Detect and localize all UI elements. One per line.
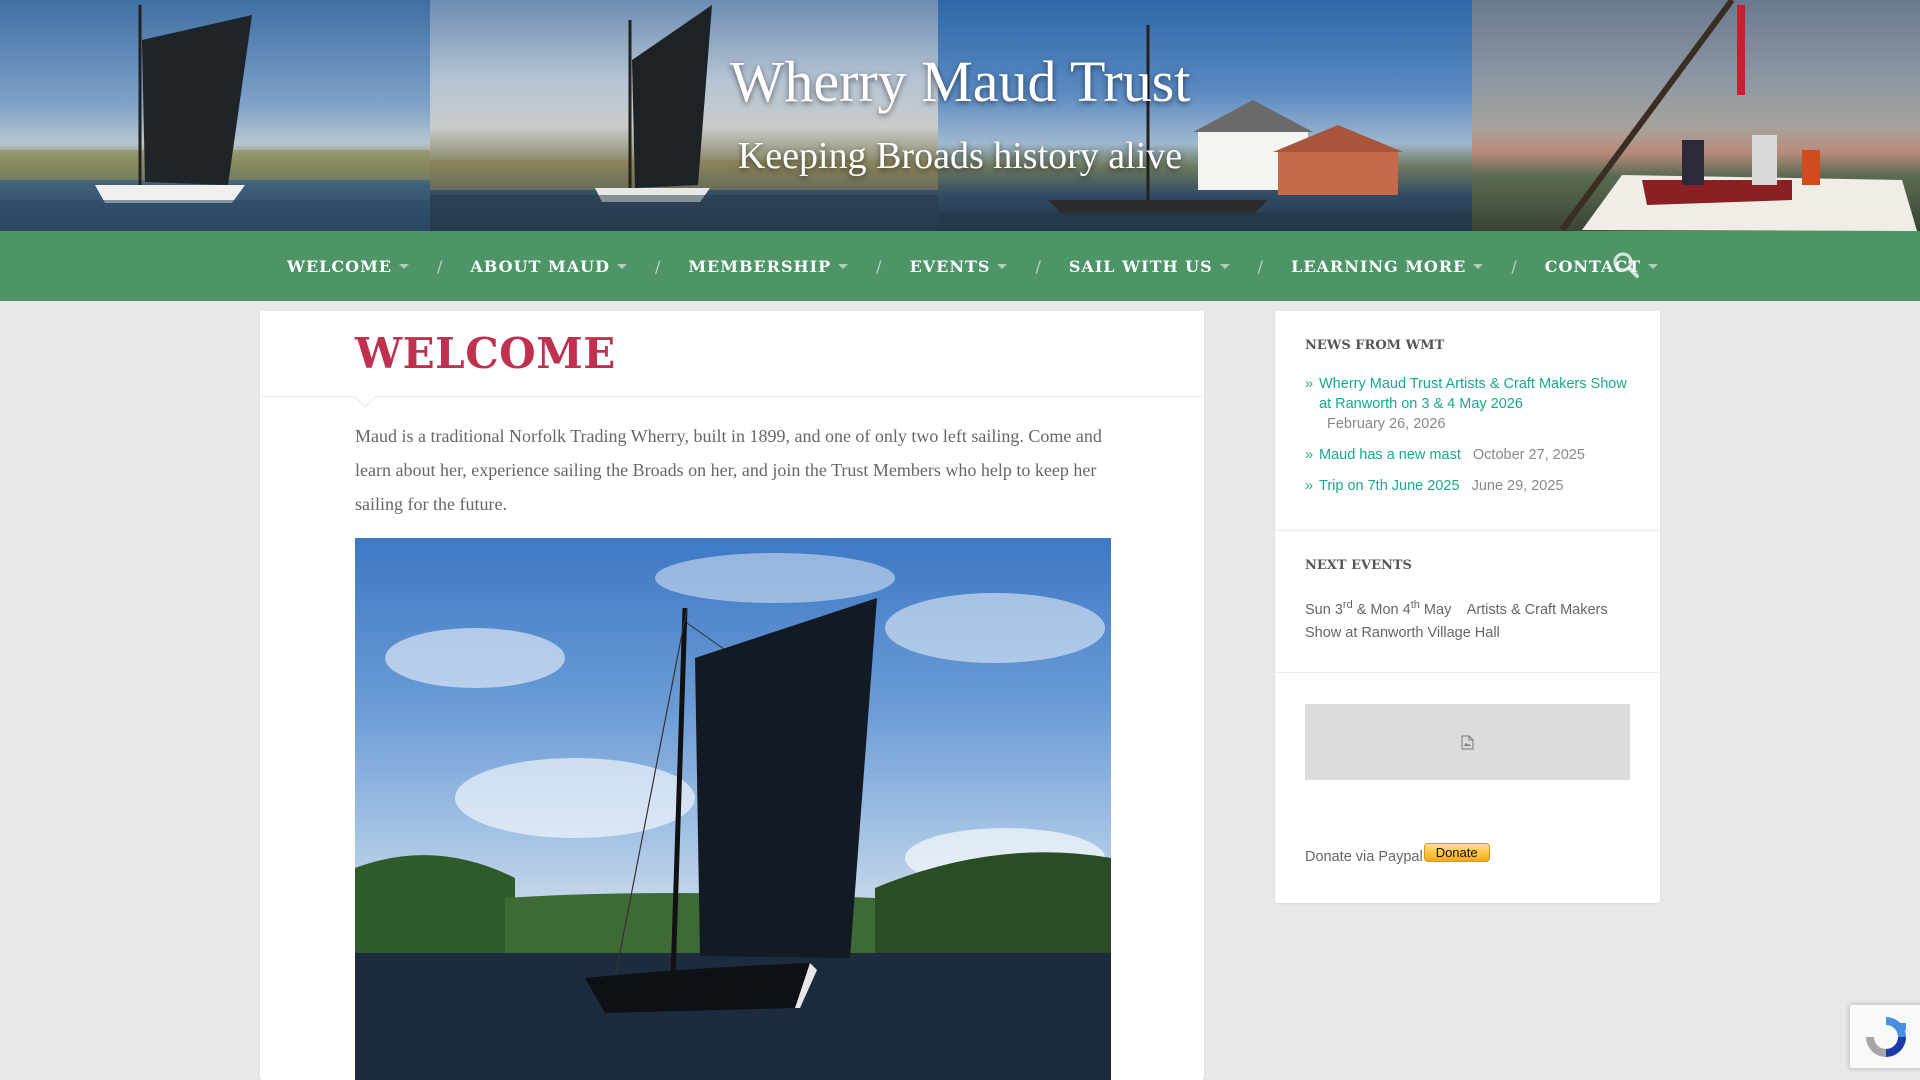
events-widget-title: NEXT EVENTS xyxy=(1305,558,1412,573)
recaptcha-badge[interactable] xyxy=(1849,1004,1920,1069)
sidebar: NEWS FROM WMT » Wherry Maud Trust Artist… xyxy=(1275,311,1660,903)
hero-image[interactable] xyxy=(355,538,1111,1080)
banner-photo-4 xyxy=(1472,0,1920,231)
divider xyxy=(1275,530,1660,531)
banner-photo-1 xyxy=(0,0,430,231)
wherry-sail-image xyxy=(430,5,938,231)
donate-row: Donate via Paypal Donate xyxy=(1305,842,1490,865)
banner-photo-2 xyxy=(430,0,938,231)
nav-item-events[interactable]: EVENTS xyxy=(910,257,1008,276)
intro-paragraph: Maud is a traditional Norfolk Trading Wh… xyxy=(355,426,1102,514)
nav-item-learning-more[interactable]: LEARNING MORE xyxy=(1291,256,1484,276)
divider xyxy=(260,396,1204,397)
events-text: Sun 3rd & Mon 4th May Artists & Craft Ma… xyxy=(1305,594,1635,645)
chevron-down-icon xyxy=(1219,263,1230,269)
search-icon xyxy=(1613,252,1639,278)
events-part: Sun 3 xyxy=(1305,601,1343,618)
wherry-deck-image xyxy=(1559,0,1917,231)
wherry-maud-sailing-image xyxy=(355,553,1111,1080)
nav-item-membership[interactable]: MEMBERSHIP xyxy=(688,256,849,276)
news-item: » Maud has a new mast October 27, 2025 xyxy=(1305,445,1635,465)
nav-separator: / xyxy=(876,256,882,276)
nav-separator: / xyxy=(1257,256,1264,276)
search-button[interactable] xyxy=(1612,251,1640,279)
chevron-down-icon xyxy=(399,263,409,269)
title-notch xyxy=(355,396,375,406)
chevron-down-icon xyxy=(838,263,849,269)
site-tagline: Keeping Broads history alive xyxy=(737,135,1183,177)
news-date: October 27, 2025 xyxy=(1472,447,1585,463)
news-item: » Trip on 7th June 2025 June 29, 2025 xyxy=(1305,476,1635,496)
nav-label: MEMBERSHIP xyxy=(688,256,832,276)
news-bullet: » xyxy=(1305,478,1314,494)
news-date: June 29, 2025 xyxy=(1471,478,1564,494)
main-content: WELCOME Maud is a traditional Norfolk Tr… xyxy=(260,311,1204,1080)
chevron-down-icon xyxy=(1648,263,1659,269)
nav-item-welcome[interactable]: WELCOME xyxy=(287,257,409,276)
news-link[interactable]: Trip on 7th June 2025 xyxy=(1319,478,1460,494)
news-date: February 26, 2026 xyxy=(1327,416,1446,432)
broken-image-icon xyxy=(1461,735,1474,749)
news-list: » Wherry Maud Trust Artists & Craft Make… xyxy=(1305,374,1635,507)
nav-label: SAIL WITH US xyxy=(1068,256,1213,276)
events-sup: th xyxy=(1410,599,1420,611)
news-item: » Wherry Maud Trust Artists & Craft Make… xyxy=(1305,374,1635,434)
nav-list: WELCOME / ABOUT MAUD / MEMBERSHIP / EVEN… xyxy=(287,231,1659,301)
donate-text: Donate via Paypal xyxy=(1305,849,1423,865)
nav-label: LEARNING MORE xyxy=(1291,256,1467,276)
site-title[interactable]: Wherry Maud Trust xyxy=(0,48,1920,115)
news-link[interactable]: Wherry Maud Trust Artists & Craft Makers… xyxy=(1319,376,1627,412)
nav-separator: / xyxy=(654,256,661,276)
chevron-down-icon xyxy=(616,263,627,269)
nav-label: EVENTS xyxy=(909,256,991,276)
nav-separator: / xyxy=(1035,256,1041,276)
page-title: WELCOME xyxy=(355,329,616,378)
divider xyxy=(1275,672,1660,673)
events-sup: rd xyxy=(1342,599,1353,611)
nav-separator: / xyxy=(437,256,443,276)
riverside-pub-image xyxy=(938,25,1472,231)
news-link[interactable]: Maud has a new mast xyxy=(1319,447,1461,463)
nav-item-contact[interactable]: CONTACT xyxy=(1545,257,1659,276)
recaptcha-icon xyxy=(1866,1017,1906,1057)
nav-item-about-maud[interactable]: ABOUT MAUD xyxy=(470,257,627,276)
banner-photo-3 xyxy=(938,0,1472,231)
events-part: & Mon 4 xyxy=(1352,601,1411,618)
nav-label: WELCOME xyxy=(287,256,392,276)
chevron-down-icon xyxy=(1473,263,1484,269)
nav-item-sail-with-us[interactable]: SAIL WITH US xyxy=(1069,257,1230,276)
nav-separator: / xyxy=(1511,256,1517,276)
header-banner: Wherry Maud Trust Keeping Broads history… xyxy=(0,0,1920,231)
nav-label: ABOUT MAUD xyxy=(470,256,610,276)
embedded-frame-placeholder[interactable] xyxy=(1305,704,1630,780)
news-widget-title: NEWS FROM WMT xyxy=(1305,338,1445,353)
news-bullet: » xyxy=(1305,376,1314,392)
news-bullet: » xyxy=(1305,447,1314,463)
wherry-sail-image xyxy=(0,5,430,231)
paypal-donate-button[interactable]: Donate xyxy=(1423,842,1490,862)
chevron-down-icon xyxy=(997,263,1008,269)
